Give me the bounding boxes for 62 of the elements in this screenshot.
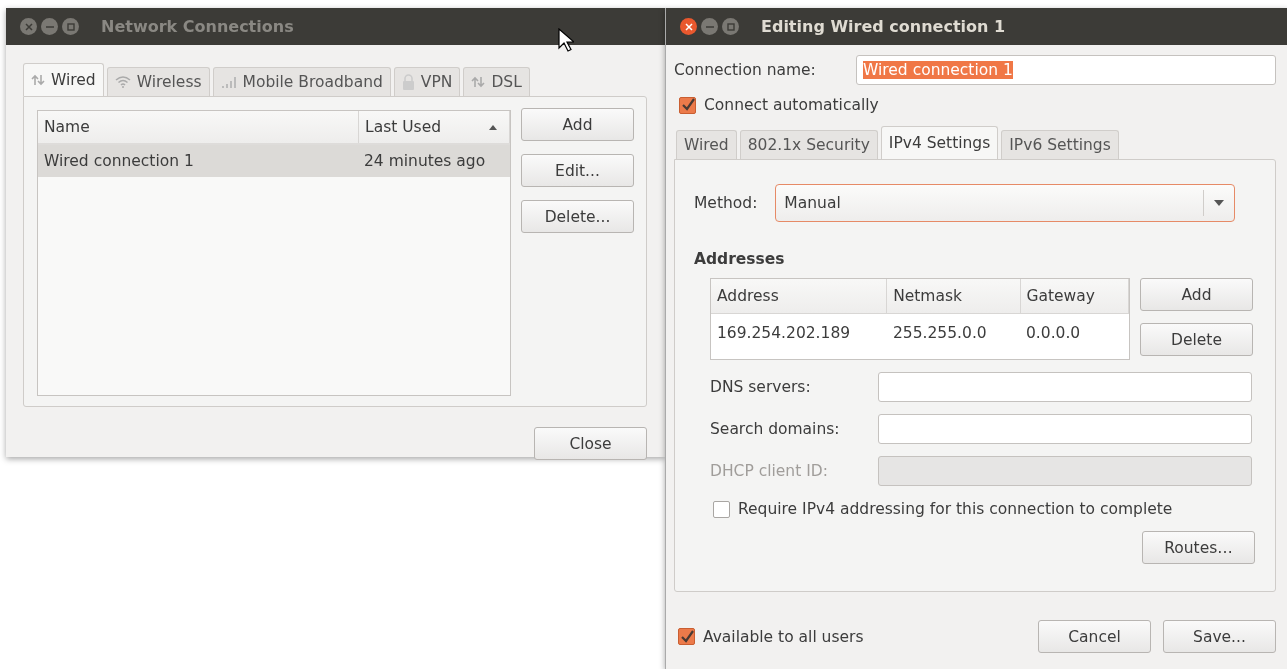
column-header[interactable]: Address bbox=[711, 279, 888, 313]
input-field[interactable] bbox=[878, 372, 1252, 402]
checkbox-label: Connect automatically bbox=[704, 96, 879, 114]
column-header[interactable]: Gateway bbox=[1020, 279, 1129, 313]
list-action-button[interactable]: Delete... bbox=[521, 200, 634, 233]
routes-button[interactable]: Routes… bbox=[1142, 531, 1255, 564]
method-dropdown[interactable]: Manual bbox=[775, 184, 1236, 222]
close-button[interactable] bbox=[680, 18, 697, 35]
field-label: Search domains: bbox=[710, 420, 841, 438]
dialog-button[interactable]: Save... bbox=[1163, 620, 1276, 653]
table-cell-text: Wired connection 1 bbox=[43, 152, 195, 170]
maximize-button[interactable] bbox=[62, 18, 79, 35]
checkbox[interactable] bbox=[679, 96, 696, 114]
field-label: DNS servers: bbox=[710, 378, 812, 396]
field-label: DHCP client ID: bbox=[710, 462, 829, 480]
dialog-button[interactable]: Cancel bbox=[1038, 620, 1151, 653]
signal-bars-icon bbox=[220, 76, 237, 88]
tab[interactable]: Wired bbox=[23, 63, 104, 96]
table-cell-text: 0.0.0.0 bbox=[1025, 324, 1082, 342]
checkbox[interactable] bbox=[713, 500, 730, 518]
field-label: Connection name: bbox=[674, 61, 817, 79]
close-icon bbox=[24, 22, 33, 31]
table-cell-text: 169.254.202.189 bbox=[716, 324, 852, 342]
table-cell-text: 24 minutes ago bbox=[363, 152, 487, 170]
caret-icon bbox=[1214, 200, 1225, 206]
tab[interactable]: VPN bbox=[393, 67, 461, 96]
window-title: Editing Wired connection 1 bbox=[761, 17, 1006, 36]
tab[interactable]: Mobile Broadband bbox=[212, 67, 391, 96]
lock-icon bbox=[401, 74, 415, 90]
list-row[interactable]: Wired connection 1 24 minutes ago bbox=[38, 145, 510, 177]
maximize-icon bbox=[66, 22, 75, 31]
tab[interactable]: IPv4 Settings bbox=[880, 126, 999, 159]
checkbox[interactable] bbox=[678, 628, 695, 645]
maximize-button[interactable] bbox=[722, 18, 739, 35]
window-title: Network Connections bbox=[101, 17, 294, 36]
input-field[interactable] bbox=[878, 456, 1252, 486]
tab[interactable]: 802.1x Security bbox=[739, 130, 878, 159]
tab[interactable]: IPv6 Settings bbox=[1001, 130, 1119, 159]
input-field[interactable] bbox=[878, 414, 1252, 444]
address-action-button[interactable]: Delete bbox=[1140, 323, 1253, 356]
field-label: Method: bbox=[694, 194, 758, 212]
section-heading: Addresses bbox=[694, 250, 786, 268]
minimize-button[interactable] bbox=[41, 18, 58, 35]
wifi-icon bbox=[114, 76, 131, 88]
column-header[interactable]: Netmask bbox=[887, 279, 1021, 313]
address-action-button[interactable]: Add bbox=[1140, 278, 1253, 311]
close-button[interactable]: Close bbox=[534, 427, 647, 460]
tab[interactable]: DSL bbox=[463, 67, 530, 96]
column-header[interactable]: Name bbox=[38, 111, 359, 143]
mouse-pointer-icon bbox=[558, 28, 574, 52]
arrows-icon bbox=[31, 73, 45, 87]
table-cell-text: 255.255.0.0 bbox=[892, 324, 988, 342]
close-icon bbox=[684, 22, 693, 31]
column-header[interactable]: Last Used bbox=[359, 111, 510, 143]
tab[interactable]: Wireless bbox=[106, 67, 210, 96]
checkbox-label: Available to all users bbox=[703, 627, 864, 646]
maximize-icon bbox=[726, 22, 735, 31]
arrows-icon bbox=[471, 75, 486, 89]
list-action-button[interactable]: Edit... bbox=[521, 154, 634, 187]
list-action-button[interactable]: Add bbox=[521, 108, 634, 141]
checkbox-label: Require IPv4 addressing for this connection to complete bbox=[738, 500, 1173, 518]
tab[interactable]: Wired bbox=[676, 130, 737, 159]
